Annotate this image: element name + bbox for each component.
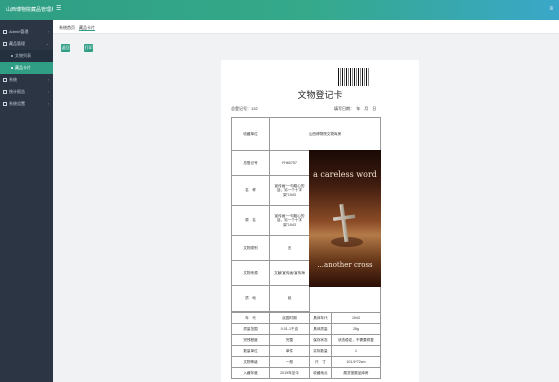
back-button[interactable]: 返回 [61,44,70,52]
sidebar-subitem-list[interactable]: 文物列表 [0,50,53,62]
table-cell: 山西博物院文物库房 [269,117,381,151]
table-cell: 纸 [269,285,310,312]
sidebar: Admin管理 ‹ 藏品管理 ⌄ 文物列表 藏品卡片 系统 ‹ 统计报告 ‹ 系… [0,20,53,382]
table-cell: 宣传画“一句粗心的话，另一个十字架”1943 [269,175,310,206]
tab-strip: 系统首页 藏品卡片 [53,20,559,34]
table-cell: 入藏年度 [231,367,270,379]
table-cell: 文物类别 [231,235,270,261]
sidebar-subitem-card[interactable]: 藏品卡片 [0,62,53,74]
table-cell: 原 名 [231,205,270,236]
table-cell: 宣传画“一句粗心的话，另一个十字架”1943 [269,205,310,236]
table-cell: 尺 寸 [309,356,332,368]
table-cell: 文物等级 [231,356,270,368]
table-row: 文物等级 一般 尺 寸 101.5*72cm [231,356,382,368]
sidebar-item-stats[interactable]: 统计报告 ‹ [0,86,53,98]
table-cell: 具体质量 [309,323,332,335]
table-row: 年 代 民国时期 具体年代 1943 [231,312,382,324]
table-cell: 完整 [269,334,310,346]
grid-icon [3,42,7,46]
table-row: 收藏单位 山西博物院文物库房 [231,117,381,151]
table-cell: 完残程度 [231,334,270,346]
table-cell: 1 [330,345,382,357]
table-cell: 无 [269,235,310,261]
chevron-right-icon: ‹ [47,29,49,34]
collection-number: 总登记号：132 [231,106,258,112]
page-title: 文物登记卡 [297,90,343,100]
bullet-icon [11,54,13,57]
grid-icon [3,30,7,34]
table-cell: 具体年代 [309,312,332,324]
sidebar-item-collection[interactable]: 藏品管理 ⌄ [0,38,53,50]
table-cell: 1943 [330,312,382,324]
table-row: 质量范围 0.01-1千克 具体质量 28g [231,323,382,335]
poster-tagline: ...another cross [317,261,373,269]
menu-toggle-icon[interactable]: ☰ [56,6,61,12]
collection-number-value: 132 [251,106,258,111]
chevron-right-icon: ‹ [47,89,49,94]
grid-icon [3,102,7,106]
chevron-right-icon: ‹ [47,77,49,82]
table-cell: 101.5*72cm [330,356,382,368]
top-bar: 山西博物院藏品管理系统 ☰ ≡ [0,0,559,20]
table-cell: 保存状态 [309,334,332,346]
table-cell: 收藏单位 [231,117,270,151]
barcode-icon [338,68,370,86]
chevron-right-icon: ‹ [47,101,49,106]
table-cell: 文物来源 [231,260,270,286]
sidebar-item-label: 系统 [9,77,17,82]
table-cell: 收藏地点 [309,367,332,379]
table-cell: 文献/宣传画/宣传海 [269,260,310,286]
table-cell: 状态稳定，不需要修复 [330,334,382,346]
fill-date-label: 填写日期： [334,106,354,111]
table-cell: 数量单位 [231,345,270,357]
artifact-image: a careless word ...another cross [309,150,381,287]
table-row: 完残程度 完整 保存状态 状态稳定，不需要修复 [231,334,382,346]
tab-collection-card[interactable]: 藏品卡片 [79,24,95,31]
table-cell: 年 代 [231,312,270,324]
sidebar-subitem-label: 藏品卡片 [15,65,31,70]
table-row: 数量单位 单件 实际数量 1 [231,345,382,357]
fill-date: 填写日期： 年 月 日 [334,106,376,112]
tab-home[interactable]: 系统首页 [59,24,75,31]
app-brand: 山西博物院藏品管理系统 [6,7,53,13]
table-cell: 质 地 [231,285,270,312]
table-cell: 28g [330,323,382,335]
table-cell: 总登记号 [231,150,270,176]
user-menu-icon[interactable]: ≡ [549,6,553,12]
table-cell: 0.01-1千克 [269,323,310,335]
sidebar-item-label: 统计报告 [9,89,25,94]
sidebar-item-label: Admin管理 [9,29,29,34]
sidebar-item-admin[interactable]: Admin管理 ‹ [0,26,53,38]
table-cell: 质量范围 [231,323,270,335]
table-cell: 民国时期 [269,312,310,324]
table-cell: 名 称 [231,175,270,206]
bullet-icon [11,66,13,69]
table-cell: 单件 [269,345,310,357]
sidebar-item-system[interactable]: 系统 ‹ [0,74,53,86]
table-cell: 2019年至今 [269,367,310,379]
sidebar-item-settings[interactable]: 系统设置 ‹ [0,98,53,110]
table-cell: FH60757 [269,150,310,176]
grid-icon [3,90,7,94]
table-row: 入藏年度 2019年至今 收藏地点 展览馆展品库房 [231,367,382,379]
print-button[interactable]: 打印 [84,44,93,52]
registration-card: 文物登记卡 总登记号：132 填写日期： 年 月 日 收藏单位 山西博物院文物库… [221,60,419,382]
chevron-down-icon: ⌄ [45,41,49,46]
sidebar-subitem-label: 文物列表 [15,53,31,58]
sidebar-item-label: 系统设置 [9,101,25,106]
table-cell: 实际数量 [309,345,332,357]
table-cell: 展览馆展品库房 [330,367,382,379]
collection-number-label: 总登记号： [231,106,251,111]
grid-icon [3,78,7,82]
table-cell: 一般 [269,356,310,368]
sidebar-item-label: 藏品管理 [9,41,25,46]
fill-date-value: 年 月 日 [356,106,377,111]
